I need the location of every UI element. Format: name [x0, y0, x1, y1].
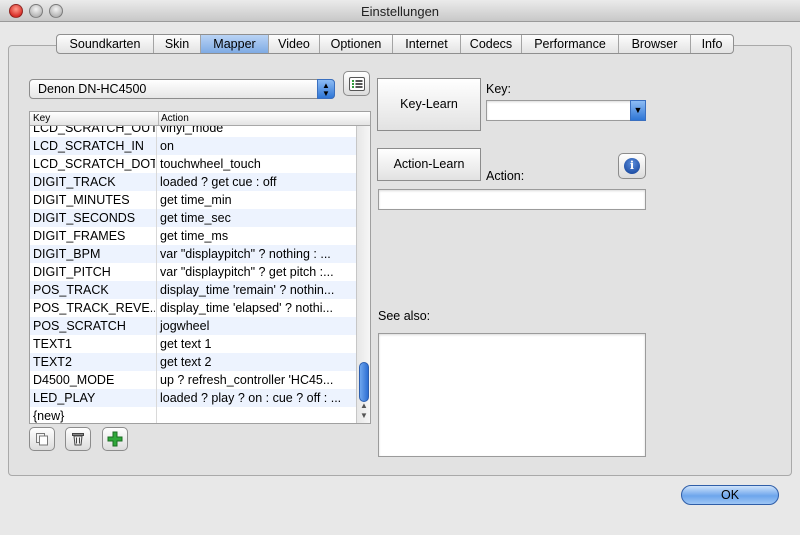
copy-icon [36, 433, 48, 446]
row-key: DIGIT_BPM [33, 247, 101, 261]
plus-icon [107, 431, 123, 447]
tab-browser[interactable]: Browser [619, 35, 691, 53]
table-row[interactable]: POS_SCRATCH jogwheel [30, 317, 356, 335]
tab-bar: Soundkarten Skin Mapper Video Optionen I… [56, 34, 734, 54]
device-select-value: Denon DN-HC4500 [38, 82, 147, 96]
key-label: Key: [486, 82, 512, 96]
row-key: LED_PLAY [33, 391, 96, 405]
table-row[interactable]: D4500_MODE up ? refresh_controller 'HC45.… [30, 371, 356, 389]
delete-button[interactable] [65, 427, 91, 451]
row-action: get time_min [156, 191, 354, 209]
row-action: get text 2 [156, 353, 354, 371]
tab-soundkarten[interactable]: Soundkarten [57, 35, 154, 53]
updown-arrows-icon: ▲ ▼ [317, 79, 335, 99]
tab-performance[interactable]: Performance [522, 35, 619, 53]
row-action: on [156, 137, 354, 155]
column-header-key[interactable]: Key [33, 112, 50, 125]
table-row[interactable]: LED_PLAY loaded ? play ? on : cue ? off :… [30, 389, 356, 407]
row-key: D4500_MODE [33, 373, 115, 387]
row-action: get time_sec [156, 209, 354, 227]
title-bar[interactable]: Einstellungen [0, 0, 800, 22]
tab-internet[interactable]: Internet [393, 35, 461, 53]
list-icon [348, 76, 365, 91]
see-also-textarea[interactable] [378, 333, 646, 457]
row-key: POS_TRACK [33, 283, 109, 297]
row-key: LCD_SCRATCH_OUT [33, 126, 155, 135]
table-scrollbar[interactable]: ▲ ▼ [356, 126, 370, 423]
scroll-down-arrow-icon[interactable]: ▼ [359, 412, 369, 420]
row-key: DIGIT_SECONDS [33, 211, 136, 225]
row-action: loaded ? play ? on : cue ? off : ... [156, 389, 354, 407]
tab-mapper[interactable]: Mapper [201, 35, 269, 53]
table-row[interactable]: DIGIT_MINUTES get time_min [30, 191, 356, 209]
scroll-up-arrow-icon[interactable]: ▲ [359, 402, 369, 410]
row-key: DIGIT_PITCH [33, 265, 111, 279]
row-key: LCD_SCRATCH_DOT [33, 157, 155, 171]
table-rows: LCD_SCRATCH_OUT vinyl_mode LCD_SCRATCH_IN… [30, 126, 356, 423]
row-key: TEXT1 [33, 337, 72, 351]
action-label: Action: [486, 169, 525, 183]
table-row-new[interactable]: {new} [30, 407, 356, 423]
row-action: get time_ms [156, 227, 354, 245]
row-action: up ? refresh_controller 'HC45... [156, 371, 354, 389]
table-row[interactable]: POS_TRACK_REVE... display_time 'elapsed' … [30, 299, 356, 317]
ok-button[interactable]: OK [681, 485, 779, 505]
tab-skin[interactable]: Skin [154, 35, 201, 53]
row-key: DIGIT_FRAMES [33, 229, 126, 243]
column-header-action[interactable]: Action [158, 112, 189, 125]
see-also-label: See also: [378, 309, 431, 323]
row-action: var "displaypitch" ? get pitch :... [156, 263, 354, 281]
table-row[interactable]: DIGIT_FRAMES get time_ms [30, 227, 356, 245]
row-action: var "displaypitch" ? nothing : ... [156, 245, 354, 263]
tab-codecs[interactable]: Codecs [461, 35, 522, 53]
duplicate-button[interactable] [29, 427, 55, 451]
row-action [156, 407, 354, 423]
table-row[interactable]: TEXT2 get text 2 [30, 353, 356, 371]
preferences-window: Einstellungen Soundkarten Skin Mapper Vi… [0, 0, 800, 535]
add-button[interactable] [102, 427, 128, 451]
table-row[interactable]: DIGIT_BPM var "displaypitch" ? nothing : … [30, 245, 356, 263]
action-field[interactable] [378, 189, 646, 210]
row-key: POS_TRACK_REVE... [33, 301, 155, 315]
row-action: vinyl_mode [156, 126, 354, 137]
row-action: loaded ? get cue : off [156, 173, 354, 191]
tab-video[interactable]: Video [269, 35, 320, 53]
table-row[interactable]: LCD_SCRATCH_OUT vinyl_mode [30, 126, 356, 137]
mapping-table: Key Action LCD_SCRATCH_OUT vinyl_mode LCD… [29, 111, 371, 424]
row-key: LCD_SCRATCH_IN [33, 139, 144, 153]
row-key: {new} [33, 409, 65, 423]
row-key: DIGIT_MINUTES [33, 193, 130, 207]
info-button[interactable]: i [618, 153, 646, 179]
row-action: jogwheel [156, 317, 354, 335]
info-icon: i [624, 158, 640, 174]
table-header: Key Action [30, 112, 370, 126]
table-row[interactable]: DIGIT_SECONDS get time_sec [30, 209, 356, 227]
row-action: display_time 'elapsed' ? nothi... [156, 299, 354, 317]
tab-info[interactable]: Info [691, 35, 733, 53]
device-select[interactable]: Denon DN-HC4500 ▲ ▼ [29, 79, 335, 99]
table-row[interactable]: DIGIT_TRACK loaded ? get cue : off [30, 173, 356, 191]
row-key: POS_SCRATCH [33, 319, 126, 333]
chevron-down-icon[interactable]: ▼ [630, 100, 646, 121]
row-key: TEXT2 [33, 355, 72, 369]
row-action: get text 1 [156, 335, 354, 353]
table-row[interactable]: TEXT1 get text 1 [30, 335, 356, 353]
table-row[interactable]: LCD_SCRATCH_DOT touchwheel_touch [30, 155, 356, 173]
row-key: DIGIT_TRACK [33, 175, 116, 189]
key-combobox[interactable]: ▼ [486, 100, 646, 121]
action-learn-button[interactable]: Action-Learn [377, 148, 481, 181]
trash-icon [72, 433, 84, 446]
key-learn-button[interactable]: Key-Learn [377, 78, 481, 131]
scrollbar-thumb[interactable] [359, 362, 369, 402]
table-row[interactable]: DIGIT_PITCH var "displaypitch" ? get pitc… [30, 263, 356, 281]
tab-optionen[interactable]: Optionen [320, 35, 393, 53]
table-row[interactable]: LCD_SCRATCH_IN on [30, 137, 356, 155]
row-action: display_time 'remain' ? nothin... [156, 281, 354, 299]
row-action: touchwheel_touch [156, 155, 354, 173]
window-title: Einstellungen [360, 4, 440, 19]
table-row[interactable]: POS_TRACK display_time 'remain' ? nothin.… [30, 281, 356, 299]
mapping-list-button[interactable] [343, 71, 370, 96]
